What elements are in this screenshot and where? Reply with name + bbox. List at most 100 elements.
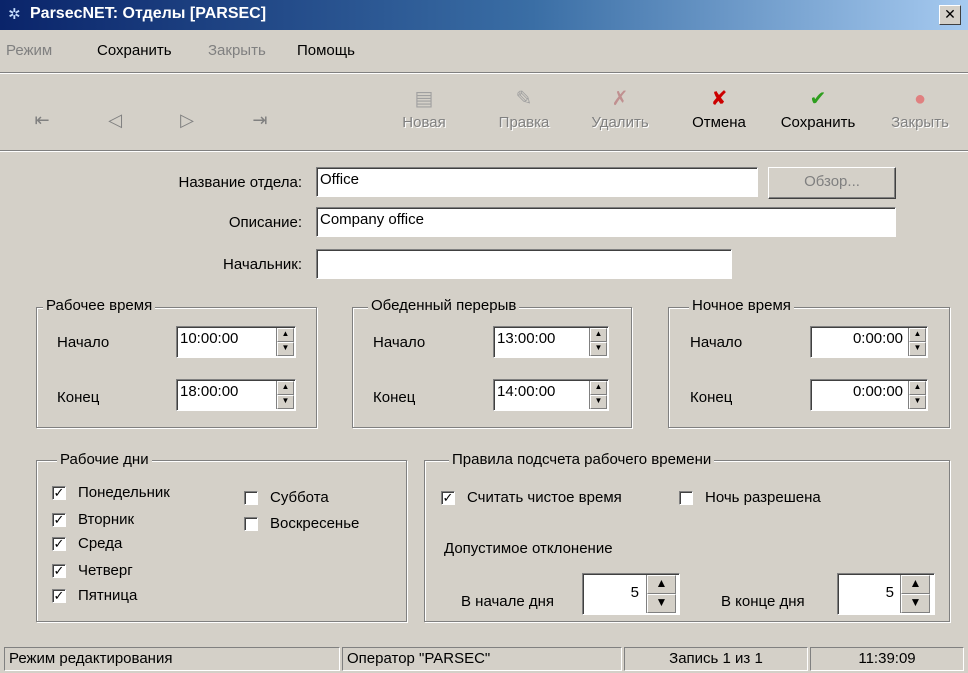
monday-label: Понедельник (78, 484, 170, 501)
menu-close[interactable]: Закрыть (208, 42, 266, 59)
friday-label: Пятница (78, 587, 138, 604)
thursday-checkbox[interactable]: ✓ (52, 564, 66, 578)
day-start-label: В начале дня (461, 593, 555, 610)
night-start-spinner[interactable]: ▲ ▼ (908, 328, 926, 356)
description-label: Описание: (228, 214, 302, 231)
status-operator: Оператор "PARSEC" (342, 647, 622, 671)
night-allowed-label: Ночь разрешена (705, 489, 821, 506)
head-label: Начальник: (223, 256, 302, 273)
work-start-label: Начало (57, 334, 110, 351)
window-close-button[interactable]: ✕ (939, 5, 961, 25)
save-label: Сохранить (780, 114, 856, 131)
edit-button[interactable]: ✎ Правка (488, 84, 560, 148)
deviation-label: Допустимое отклонение (444, 540, 613, 557)
lunch-start-spinner[interactable]: ▲ ▼ (589, 328, 607, 356)
monday-checkbox[interactable]: ✓ (52, 486, 66, 500)
close-circle-icon: ● (913, 88, 927, 110)
department-name-field[interactable]: Office (316, 167, 758, 197)
night-start-label: Начало (690, 334, 743, 351)
net-time-check-mark: ✓ (442, 490, 454, 505)
cancel-x-icon: ✘ (710, 88, 728, 110)
work-time-title: Рабочее время (43, 297, 156, 314)
net-time-label: Считать чистое время (467, 489, 622, 506)
close-button[interactable]: ● Закрыть (878, 84, 962, 148)
night-time-title: Ночное время (689, 297, 794, 314)
menu-help[interactable]: Помощь (297, 42, 355, 59)
menu-save[interactable]: Сохранить (97, 42, 172, 59)
browse-button[interactable]: Обзор... (768, 167, 896, 199)
workdays-title: Рабочие дни (57, 451, 152, 468)
tuesday-check-mark: ✓ (53, 512, 65, 527)
day-end-label: В конце дня (721, 593, 805, 610)
last-icon: ⇥ (252, 110, 268, 130)
work-end-spinner[interactable]: ▲ ▼ (276, 381, 294, 409)
work-end-value: 18:00:00 (180, 383, 239, 400)
lunch-start-value: 13:00:00 (497, 330, 556, 347)
status-time: 11:39:09 (810, 647, 964, 671)
app-icon: ✲ (8, 6, 21, 23)
wednesday-checkbox[interactable]: ✓ (52, 537, 66, 551)
sunday-checkbox[interactable] (244, 517, 258, 531)
next-record-button[interactable]: ▷ (167, 100, 207, 140)
status-mode: Режим редактирования (4, 647, 340, 671)
rules-title: Правила подсчета рабочего времени (449, 451, 715, 468)
saturday-label: Суббота (270, 489, 329, 506)
title-bar: ✲ ParsecNET: Отделы [PARSEC] ✕ (0, 0, 968, 30)
delete-button[interactable]: ✗ Удалить (580, 84, 660, 148)
lunch-end-value: 14:00:00 (497, 383, 556, 400)
cancel-label: Отмена (692, 114, 746, 131)
toolbar-separator (0, 150, 968, 152)
monday-check-mark: ✓ (53, 485, 65, 500)
tuesday-checkbox[interactable]: ✓ (52, 513, 66, 527)
edit-pencil-icon: ✎ (515, 88, 533, 110)
prev-record-button[interactable]: ◁ (95, 100, 135, 140)
lunch-break-title: Обеденный перерыв (368, 297, 520, 314)
night-end-value: 0:00:00 (852, 383, 903, 400)
cancel-button[interactable]: ✘ Отмена (682, 84, 756, 148)
friday-checkbox[interactable]: ✓ (52, 589, 66, 603)
new-button[interactable]: ▤ Новая (392, 84, 456, 148)
prev-icon: ◁ (108, 110, 122, 130)
night-start-value: 0:00:00 (852, 330, 903, 347)
thursday-label: Четверг (78, 562, 133, 579)
lunch-start-label: Начало (373, 334, 426, 351)
wednesday-check-mark: ✓ (53, 536, 65, 551)
net-time-checkbox[interactable]: ✓ (441, 491, 455, 505)
night-allowed-checkbox[interactable] (679, 491, 693, 505)
thursday-check-mark: ✓ (53, 563, 65, 578)
status-record: Запись 1 из 1 (624, 647, 808, 671)
new-label: Новая (402, 114, 446, 131)
friday-check-mark: ✓ (53, 588, 65, 603)
close-label: Закрыть (891, 114, 949, 131)
new-document-icon: ▤ (414, 88, 434, 110)
save-button[interactable]: ✔ Сохранить (770, 84, 866, 148)
first-icon: ⇤ (34, 110, 50, 130)
department-name-label: Название отдела: (178, 174, 302, 191)
day-start-value: 5 (630, 584, 639, 601)
edit-label: Правка (498, 114, 550, 131)
day-end-spinner[interactable]: ▲ ▼ (900, 575, 930, 613)
menu-mode[interactable]: Режим (6, 42, 52, 59)
day-end-value: 5 (885, 584, 894, 601)
day-start-spinner[interactable]: ▲ ▼ (646, 575, 676, 613)
work-start-spinner[interactable]: ▲ ▼ (276, 328, 294, 356)
saturday-checkbox[interactable] (244, 491, 258, 505)
menu-separator (0, 72, 968, 74)
night-end-label: Конец (690, 389, 733, 406)
last-record-button[interactable]: ⇥ (240, 100, 280, 140)
save-check-icon: ✔ (809, 88, 827, 110)
description-field[interactable]: Company office (316, 207, 896, 237)
lunch-end-spinner[interactable]: ▲ ▼ (589, 381, 607, 409)
head-field[interactable] (316, 249, 732, 279)
lunch-end-label: Конец (373, 389, 416, 406)
delete-label: Удалить (591, 114, 649, 131)
work-end-label: Конец (57, 389, 100, 406)
next-icon: ▷ (180, 110, 194, 130)
work-start-value: 10:00:00 (180, 330, 239, 347)
night-end-spinner[interactable]: ▲ ▼ (908, 381, 926, 409)
wednesday-label: Среда (78, 535, 123, 552)
window-title: ParsecNET: Отделы [PARSEC] (30, 5, 267, 22)
first-record-button[interactable]: ⇤ (22, 100, 62, 140)
tuesday-label: Вторник (78, 511, 135, 528)
delete-document-icon: ✗ (611, 88, 629, 110)
